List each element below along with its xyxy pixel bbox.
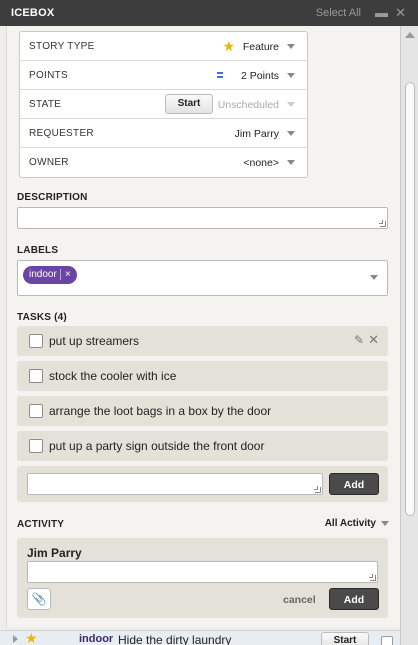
new-task-input[interactable] xyxy=(27,473,323,495)
star-icon: ★ xyxy=(222,38,235,54)
activity-filter-label: All Activity xyxy=(324,518,376,529)
story-start-button[interactable]: Start xyxy=(321,632,369,645)
task-text[interactable]: put up a party sign outside the front do… xyxy=(49,439,264,453)
new-task-area: Add xyxy=(17,466,388,502)
requester-value[interactable]: Jim Parry xyxy=(235,128,279,140)
activity-heading: ACTIVITY xyxy=(17,519,65,530)
tasks-heading: TASKS (4) xyxy=(17,312,67,323)
star-icon: ★ xyxy=(25,630,38,645)
panel-title: ICEBOX xyxy=(11,7,55,19)
story-label[interactable]: indoor xyxy=(79,633,113,645)
story-type-label: STORY TYPE xyxy=(29,41,95,52)
owner-label: OWNER xyxy=(29,157,69,168)
task-text[interactable]: arrange the loot bags in a box by the do… xyxy=(49,404,271,418)
story-type-row[interactable]: STORY TYPE ★ Feature xyxy=(20,32,307,61)
add-comment-button[interactable]: Add xyxy=(329,588,379,610)
requester-row[interactable]: REQUESTER Jim Parry xyxy=(20,119,307,148)
next-story-row[interactable]: ★ indoor Hide the dirty laundry Start xyxy=(0,630,400,645)
story-select-checkbox[interactable] xyxy=(381,636,393,645)
chevron-down-icon[interactable] xyxy=(370,275,378,280)
chevron-down-icon[interactable] xyxy=(287,131,295,136)
task-item[interactable]: arrange the loot bags in a box by the do… xyxy=(17,396,388,426)
comment-input[interactable] xyxy=(27,561,378,583)
owner-row[interactable]: OWNER <none> xyxy=(20,148,307,177)
scrollbar[interactable] xyxy=(400,26,418,645)
points-value[interactable]: 2 Points xyxy=(241,70,279,82)
comment-area: Jim Parry 📎 cancel Add xyxy=(17,538,388,618)
story-properties: STORY TYPE ★ Feature POINTS 2 Points STA… xyxy=(19,31,308,178)
resize-grip-icon[interactable] xyxy=(314,486,321,493)
activity-filter[interactable]: All Activity xyxy=(324,518,389,529)
expand-story-icon[interactable] xyxy=(13,635,18,643)
task-text[interactable]: stock the cooler with ice xyxy=(49,369,176,383)
scroll-up-arrow-icon[interactable] xyxy=(405,32,415,38)
story-title: Hide the dirty laundry xyxy=(118,633,232,645)
task-text[interactable]: put up streamers xyxy=(49,334,139,348)
comment-author: Jim Parry xyxy=(27,546,82,560)
label-chip-text: indoor xyxy=(29,269,57,280)
select-all-link[interactable]: Select All xyxy=(316,7,361,19)
description-field[interactable] xyxy=(17,207,388,229)
chevron-down-icon[interactable] xyxy=(381,521,389,526)
panel-header: ICEBOX Select All ▬ ✕ xyxy=(0,0,418,26)
task-checkbox[interactable] xyxy=(29,404,43,418)
points-row[interactable]: POINTS 2 Points xyxy=(20,61,307,90)
close-panel-icon[interactable]: ✕ xyxy=(395,5,406,21)
task-item[interactable]: stock the cooler with ice xyxy=(17,361,388,391)
task-checkbox[interactable] xyxy=(29,334,43,348)
start-button[interactable]: Start xyxy=(165,94,213,114)
story-details-panel: STORY TYPE ★ Feature POINTS 2 Points STA… xyxy=(6,26,400,628)
label-chip[interactable]: indoor × xyxy=(23,266,77,284)
cancel-comment-link[interactable]: cancel xyxy=(283,594,316,606)
requester-label: REQUESTER xyxy=(29,128,94,139)
task-item[interactable]: put up a party sign outside the front do… xyxy=(17,431,388,461)
labels-heading: LABELS xyxy=(17,245,59,256)
remove-label-icon[interactable]: × xyxy=(59,269,71,280)
chevron-down-icon[interactable] xyxy=(287,160,295,165)
task-item[interactable]: put up streamers ✎ ✕ xyxy=(17,326,388,356)
collapse-panel-icon[interactable]: ▬ xyxy=(375,5,388,20)
resize-grip-icon[interactable] xyxy=(379,220,386,227)
paperclip-icon[interactable]: 📎 xyxy=(27,588,51,610)
chevron-down-icon xyxy=(287,102,295,107)
scrollbar-thumb[interactable] xyxy=(405,82,415,516)
task-checkbox[interactable] xyxy=(29,439,43,453)
state-value: Unscheduled xyxy=(217,99,279,111)
state-row: STATE Start Unscheduled xyxy=(20,90,307,119)
labels-field[interactable]: indoor × xyxy=(17,260,388,296)
resize-grip-icon[interactable] xyxy=(369,574,376,581)
pencil-icon[interactable]: ✎ xyxy=(354,333,364,347)
chevron-down-icon[interactable] xyxy=(287,44,295,49)
add-task-button[interactable]: Add xyxy=(329,473,379,495)
points-label: POINTS xyxy=(29,70,69,81)
state-label: STATE xyxy=(29,99,62,110)
close-icon[interactable]: ✕ xyxy=(368,332,379,348)
story-type-value[interactable]: Feature xyxy=(243,41,279,53)
description-heading: DESCRIPTION xyxy=(17,192,88,203)
chevron-down-icon[interactable] xyxy=(287,73,295,78)
owner-value[interactable]: <none> xyxy=(243,157,279,169)
points-icon xyxy=(217,72,223,78)
task-checkbox[interactable] xyxy=(29,369,43,383)
